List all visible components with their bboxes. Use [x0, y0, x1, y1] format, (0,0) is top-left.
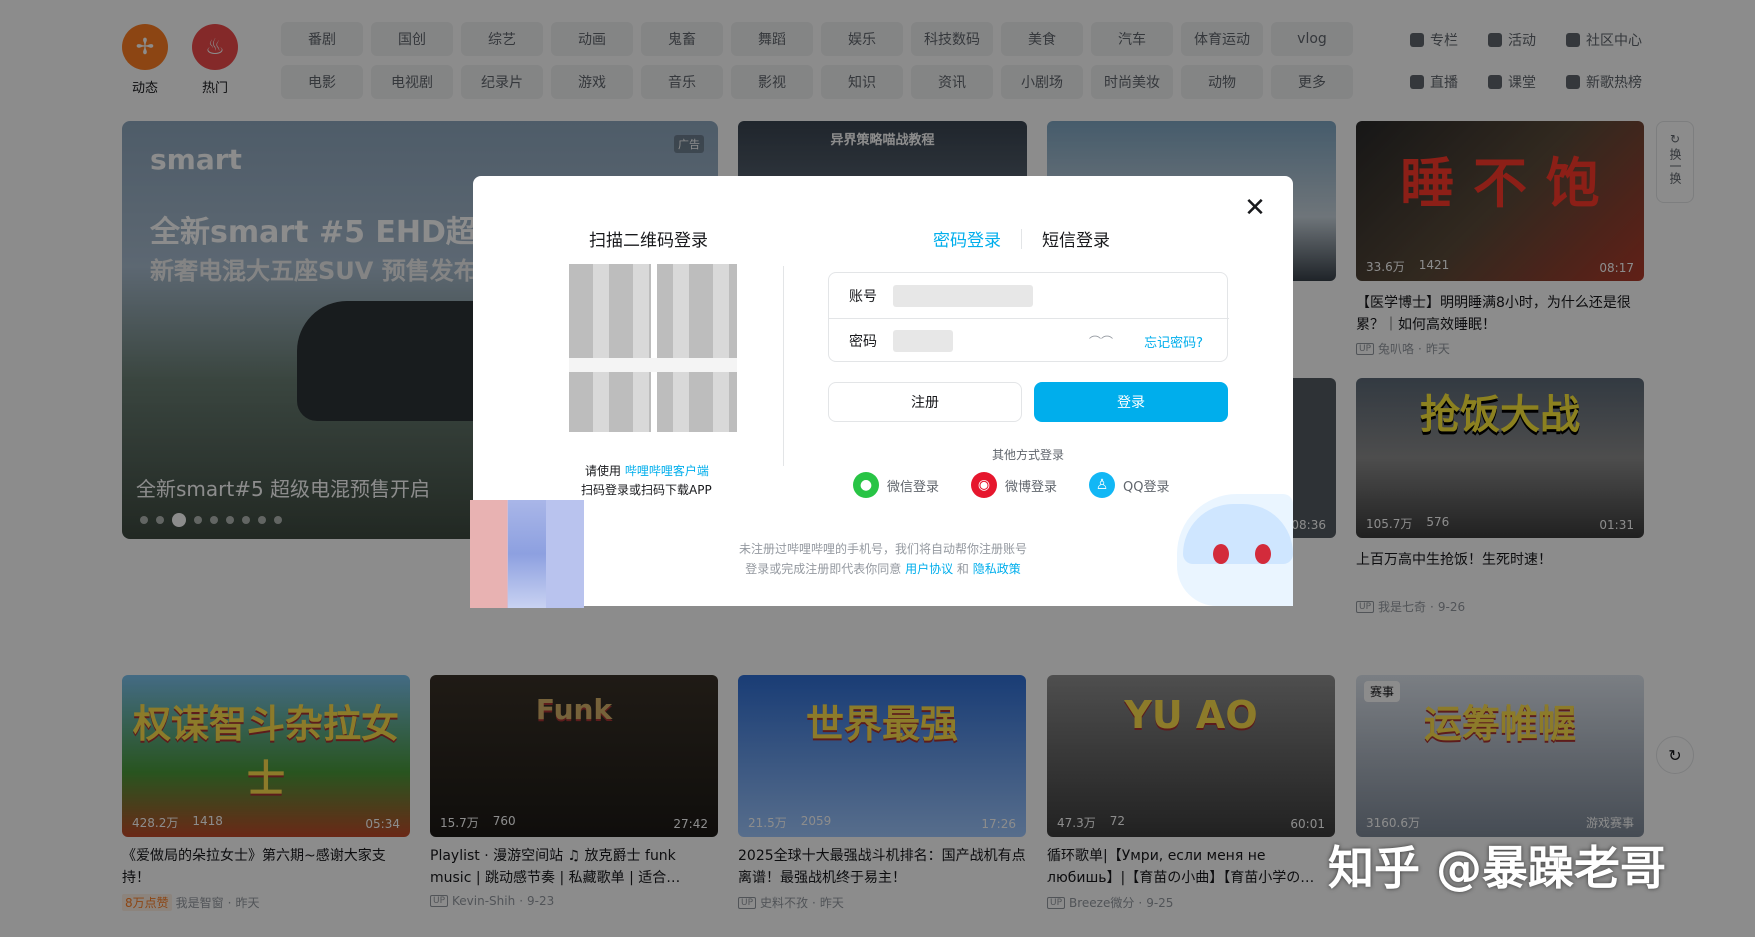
account-row: 账号	[829, 273, 1229, 318]
eye-closed-icon[interactable]: ⌒⌒	[1089, 333, 1113, 350]
qq-icon: ♙	[1089, 472, 1115, 498]
qr-tip-line2: 扫码登录或扫码下载APP	[581, 483, 712, 497]
tab-sms-login[interactable]: 短信登录	[1042, 226, 1110, 251]
login-modal: ✕ 扫描二维码登录 请使用 哔哩哔哩客户端 扫码登录或扫码下载APP 密码登录 …	[473, 176, 1293, 606]
qq-login[interactable]: ♙ QQ登录	[1089, 472, 1169, 498]
user-agreement-link[interactable]: 用户协议	[905, 562, 953, 576]
other-methods-label: 其他方式登录	[991, 448, 1064, 462]
mascot-right-image	[1177, 494, 1293, 606]
agreement-line-2: 登录或完成注册即代表你同意 用户协议 和 隐私政策	[745, 562, 1021, 576]
account-field[interactable]	[893, 284, 1033, 307]
login-form: 账号 密码 ⌒⌒ 忘记密码?	[828, 272, 1229, 363]
qr-tip: 请使用 哔哩哔哩客户端	[585, 464, 709, 478]
weibo-login[interactable]: ◉ 微博登录	[971, 472, 1057, 498]
agreement-line-1: 未注册过哔哩哔哩的手机号，我们将自动帮你注册账号	[738, 542, 1027, 556]
qr-title: 扫描二维码登录	[589, 231, 708, 251]
weibo-icon: ◉	[971, 472, 997, 498]
privacy-policy-link[interactable]: 隐私政策	[973, 562, 1021, 576]
client-link[interactable]: 哔哩哔哩客户端	[625, 464, 709, 478]
wechat-login[interactable]: ● 微信登录	[853, 472, 939, 498]
password-field[interactable]	[893, 330, 953, 352]
close-icon[interactable]: ✕	[1243, 195, 1267, 221]
mascot-left-image	[470, 500, 584, 608]
register-button[interactable]: 注册	[828, 382, 1022, 422]
qr-code	[569, 264, 737, 432]
watermark: 知乎 @暴躁老哥	[1328, 841, 1667, 895]
account-label: 账号	[849, 288, 877, 305]
login-button[interactable]: 登录	[1034, 382, 1228, 422]
forgot-password-link[interactable]: 忘记密码?	[1144, 332, 1203, 351]
password-label: 密码	[849, 334, 877, 350]
wechat-icon: ●	[853, 472, 879, 498]
login-tabs: 密码登录 短信登录	[933, 226, 1110, 251]
tab-password-login[interactable]: 密码登录	[933, 226, 1001, 251]
divider	[783, 266, 784, 466]
password-row: 密码 ⌒⌒ 忘记密码?	[829, 318, 1229, 363]
